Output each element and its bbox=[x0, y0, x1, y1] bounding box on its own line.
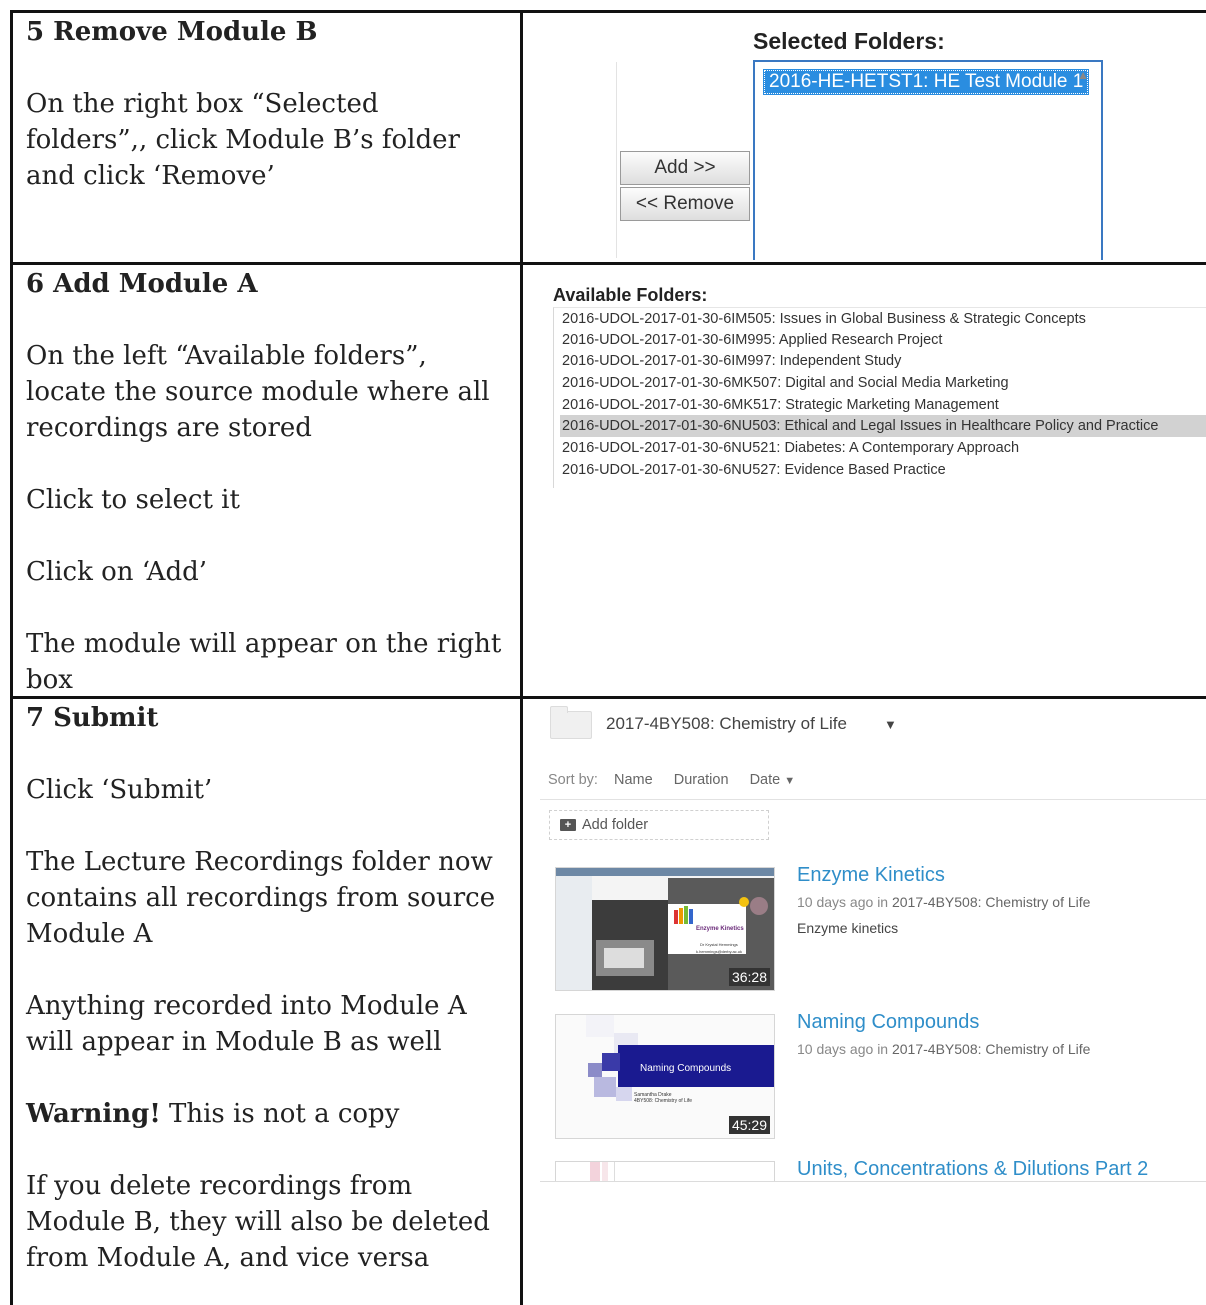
column-divider bbox=[520, 10, 523, 1305]
folder-title[interactable]: 2017-4BY508: Chemistry of Life bbox=[606, 714, 847, 734]
row-divider bbox=[10, 262, 1206, 265]
step-6-text: The module will appear on the right box bbox=[26, 629, 502, 695]
available-folder-item[interactable]: 2016-UDOL-2017-01-30-6IM995: Applied Res… bbox=[562, 329, 942, 351]
sort-name[interactable]: Name bbox=[614, 772, 653, 788]
recording-title[interactable]: Naming Compounds bbox=[797, 1011, 979, 1034]
remove-button[interactable]: << Remove bbox=[620, 187, 750, 221]
available-folders-title: Available Folders: bbox=[553, 285, 708, 305]
recording-thumbnail[interactable]: Naming Compounds Samantha Drake 4BY508: … bbox=[555, 1014, 775, 1139]
selected-folders-list[interactable]: 2016-HE-HETST1: HE Test Module 1 ▲ bbox=[753, 60, 1103, 260]
add-button[interactable]: Add >> bbox=[620, 151, 750, 185]
caret-down-icon[interactable]: ▼ bbox=[884, 717, 897, 732]
divider bbox=[540, 1181, 1206, 1182]
step-7-text: Click ‘Submit’ bbox=[26, 775, 213, 805]
duration-badge: 36:28 bbox=[728, 968, 770, 986]
slide-title: Enzyme Kinetics bbox=[696, 926, 744, 932]
sort-date[interactable]: Date ▼ bbox=[750, 772, 796, 788]
recording-title[interactable]: Units, Concentrations & Dilutions Part 2 bbox=[797, 1158, 1148, 1181]
selected-folder-item[interactable]: 2016-HE-HETST1: HE Test Module 1 bbox=[763, 69, 1090, 95]
warning-message: This is not a copy bbox=[169, 1099, 400, 1129]
available-folder-item[interactable]: 2016-UDOL-2017-01-30-6MK517: Strategic M… bbox=[562, 394, 999, 416]
slide-title: Naming Compounds bbox=[640, 1063, 732, 1074]
recording-meta: 10 days ago in 2017-4BY508: Chemistry of… bbox=[797, 1041, 1091, 1057]
available-folders-list[interactable]: 2016-UDOL-2017-01-30-6IM505: Issues in G… bbox=[553, 307, 1206, 488]
add-folder-button[interactable]: + Add folder bbox=[549, 810, 769, 840]
recording-meta: 10 days ago in 2017-4BY508: Chemistry of… bbox=[797, 894, 1091, 910]
step-5-text: On the right box “Selected folders”,, cl… bbox=[26, 89, 460, 191]
add-folder-label: Add folder bbox=[582, 817, 649, 833]
step-5-heading: 5 Remove Module B bbox=[26, 17, 318, 47]
folder-icon bbox=[550, 706, 592, 739]
step-6-cell: 6 Add Module A On the left “Available fo… bbox=[26, 266, 506, 698]
step-7-text: Anything recorded into Module A will app… bbox=[26, 991, 467, 1057]
duration-badge: 45:29 bbox=[728, 1116, 770, 1134]
add-folder-icon: + bbox=[560, 819, 576, 831]
available-folder-item[interactable]: 2016-UDOL-2017-01-30-6IM505: Issues in G… bbox=[562, 308, 1086, 330]
sort-label: Sort by: bbox=[548, 772, 598, 788]
caret-down-icon: ▼ bbox=[784, 775, 796, 787]
recording-title[interactable]: Enzyme Kinetics bbox=[797, 864, 945, 887]
available-folder-item-selected[interactable]: 2016-UDOL-2017-01-30-6NU503: Ethical and… bbox=[560, 415, 1206, 437]
step-6-text: Click on ‘Add’ bbox=[26, 557, 208, 587]
warning-text: Warning! This is not a copy bbox=[26, 1096, 506, 1132]
slide-author: Dr Krystal Hemmings bbox=[700, 942, 738, 947]
scroll-up-icon[interactable]: ▲ bbox=[1077, 68, 1089, 82]
sort-bar: Sort by: Name Duration Date ▼ bbox=[548, 772, 812, 788]
available-folder-item[interactable]: 2016-UDOL-2017-01-30-6IM997: Independent… bbox=[562, 350, 901, 372]
slide-email: k.hemmings@derby.ac.uk bbox=[696, 949, 743, 954]
step-7-text: If you delete recordings from Module B, … bbox=[26, 1171, 490, 1273]
selected-folders-title: Selected Folders: bbox=[753, 28, 945, 54]
divider bbox=[616, 62, 617, 258]
recording-thumbnail[interactable]: Enzyme Kinetics Dr Krystal Hemmings k.he… bbox=[555, 867, 775, 991]
recording-thumbnail[interactable] bbox=[555, 1161, 775, 1181]
step-7-text: The Lecture Recordings folder now contai… bbox=[26, 847, 496, 949]
step-6-text: Click to select it bbox=[26, 485, 240, 515]
recording-description: Enzyme kinetics bbox=[797, 920, 899, 936]
available-folder-item[interactable]: 2016-UDOL-2017-01-30-6MK507: Digital and… bbox=[562, 372, 1009, 394]
sort-duration[interactable]: Duration bbox=[674, 772, 729, 788]
divider bbox=[540, 799, 1206, 800]
step-7-cell: 7 Submit Click ‘Submit’ The Lecture Reco… bbox=[26, 700, 506, 1276]
warning-label: Warning! bbox=[26, 1099, 161, 1129]
step-7-heading: 7 Submit bbox=[26, 703, 159, 733]
step-6-heading: 6 Add Module A bbox=[26, 269, 258, 299]
thumbnail-image bbox=[556, 1162, 774, 1181]
step-6-text: On the left “Available folders”, locate … bbox=[26, 341, 490, 443]
step-5-cell: 5 Remove Module B On the right box “Sele… bbox=[26, 14, 506, 194]
available-folder-item[interactable]: 2016-UDOL-2017-01-30-6NU521: Diabetes: A… bbox=[562, 437, 1019, 459]
slide-course: 4BY508: Chemistry of Life bbox=[634, 1098, 693, 1104]
available-folder-item[interactable]: 2016-UDOL-2017-01-30-6NU527: Evidence Ba… bbox=[562, 459, 946, 481]
